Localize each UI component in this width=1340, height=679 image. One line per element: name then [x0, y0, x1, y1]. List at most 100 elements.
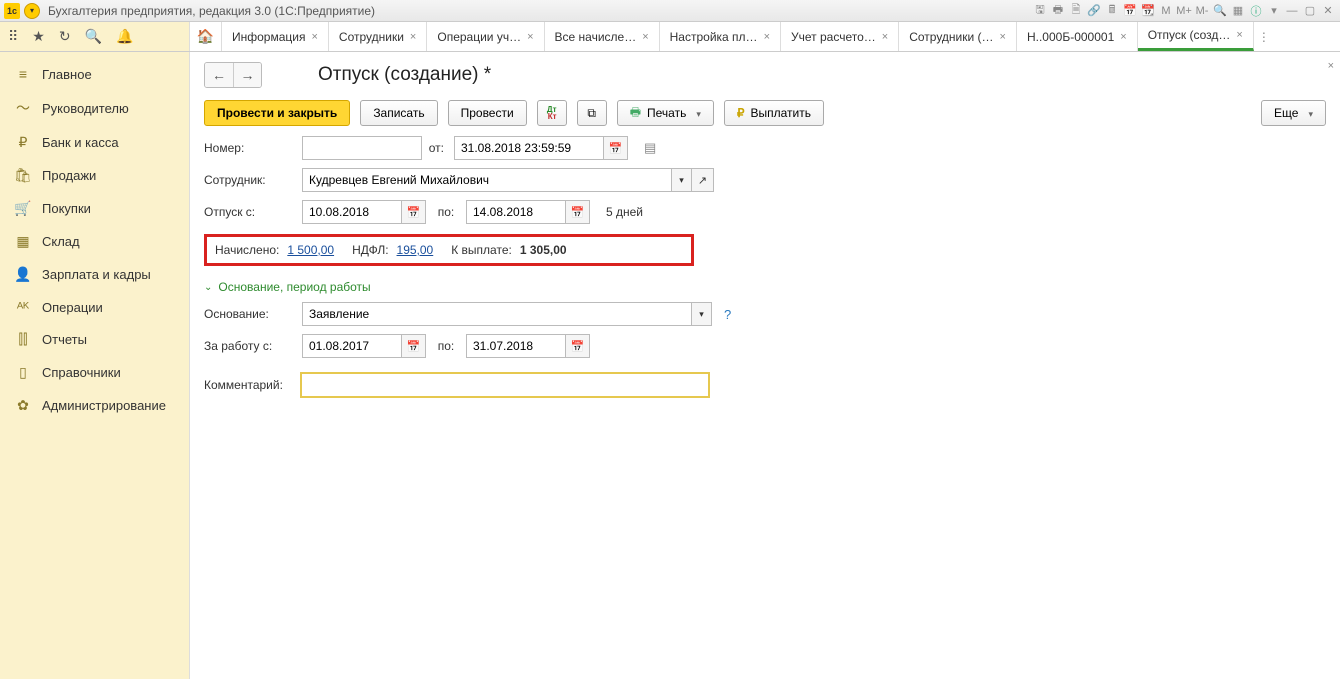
tree-icon: ⧉ — [587, 106, 596, 121]
calendar-icon[interactable]: 📅 — [566, 334, 590, 358]
star-icon[interactable]: ★ — [32, 28, 45, 45]
pay-button[interactable]: ₽Выплатить — [724, 100, 824, 126]
number-input[interactable] — [302, 136, 422, 160]
tab-employees[interactable]: Сотрудники× — [329, 22, 427, 51]
employee-input[interactable] — [302, 168, 672, 192]
link-icon[interactable]: 🔗 — [1086, 3, 1102, 19]
vacation-to-input[interactable] — [466, 200, 566, 224]
tab-employees2[interactable]: Сотрудники (…× — [899, 22, 1017, 51]
sidebar-item-admin[interactable]: ✿Администрирование — [0, 389, 189, 422]
close-icon[interactable]: × — [1000, 31, 1006, 43]
sidebar-item-reports[interactable]: ⫿⫿Отчеты — [0, 323, 189, 356]
sidebar-item-manager[interactable]: 〜Руководителю — [0, 90, 189, 126]
maximize-icon[interactable]: ▢ — [1302, 3, 1318, 19]
toolbar: Провести и закрыть Записать Провести ДтК… — [204, 100, 1326, 126]
section-basis-header[interactable]: ⌄ Основание, период работы — [204, 280, 1326, 294]
mem-mminus[interactable]: M- — [1194, 3, 1210, 19]
doc-icon[interactable]: 🗎 — [1068, 3, 1084, 19]
tab-settings[interactable]: Настройка пл…× — [660, 22, 781, 51]
close-icon[interactable]: × — [311, 31, 317, 43]
basis-input[interactable] — [302, 302, 692, 326]
sidebar-item-sales[interactable]: 🛍Продажи — [0, 159, 189, 192]
vacation-from-label: Отпуск с: — [204, 205, 296, 219]
calendar-icon[interactable]: 📅 — [402, 200, 426, 224]
structure-button[interactable]: ⧉ — [577, 100, 607, 126]
calendar-icon[interactable]: 📅 — [1122, 3, 1138, 19]
close-icon[interactable]: × — [882, 31, 888, 43]
sidebar-item-warehouse[interactable]: ▦Склад — [0, 225, 189, 258]
sidebar-item-operations[interactable]: ᴬᴷОперации — [0, 291, 189, 323]
tab-calc[interactable]: Учет расчето…× — [781, 22, 899, 51]
search-icon[interactable]: 🔍 — [85, 28, 102, 45]
cart-icon: 🛒 — [14, 200, 32, 217]
sidebar-label: Справочники — [42, 365, 121, 380]
calendar31-icon[interactable]: 📆 — [1140, 3, 1156, 19]
sidebar-item-purchases[interactable]: 🛒Покупки — [0, 192, 189, 225]
bell-icon[interactable]: 🔔 — [116, 28, 133, 45]
accrued-link[interactable]: 1 500,00 — [287, 243, 334, 257]
sidebar-label: Банк и касса — [42, 135, 119, 150]
close-icon[interactable]: × — [1236, 29, 1242, 41]
app-title: Бухгалтерия предприятия, редакция 3.0 (1… — [48, 4, 375, 18]
mem-mplus[interactable]: M+ — [1176, 3, 1192, 19]
dropdown-icon[interactable]: ▾ — [692, 302, 712, 326]
tab-operations[interactable]: Операции уч…× — [427, 22, 544, 51]
close-icon[interactable]: × — [410, 31, 416, 43]
tab-doc[interactable]: Н..000Б-000001× — [1017, 22, 1138, 51]
close-window-icon[interactable]: ✕ — [1320, 3, 1336, 19]
to-label: по: — [432, 339, 460, 353]
more-button[interactable]: Еще — [1261, 100, 1326, 126]
vacation-from-input[interactable] — [302, 200, 402, 224]
mem-m[interactable]: M — [1158, 3, 1174, 19]
tab-accruals[interactable]: Все начисле…× — [545, 22, 660, 51]
close-icon[interactable]: × — [1120, 31, 1126, 43]
calendar-icon[interactable]: 📅 — [604, 136, 628, 160]
page-title: Отпуск (создание) * — [318, 64, 491, 86]
tabs-overflow-icon[interactable]: ⋮ — [1254, 22, 1274, 51]
work-to-input[interactable] — [466, 334, 566, 358]
close-icon[interactable]: × — [642, 31, 648, 43]
print-button[interactable]: 🖶Печать — [617, 100, 714, 126]
number-label: Номер: — [204, 141, 296, 155]
save-icon[interactable]: 🖫 — [1032, 3, 1048, 19]
print-icon[interactable]: 🖶 — [1050, 3, 1066, 19]
info-dropdown-icon[interactable]: ▾ — [1266, 3, 1282, 19]
post-and-close-button[interactable]: Провести и закрыть — [204, 100, 350, 126]
sidebar-item-main[interactable]: ≡Главное — [0, 58, 189, 90]
zoom-in-icon[interactable]: 🔍 — [1212, 3, 1228, 19]
info-icon[interactable]: ⓘ — [1248, 3, 1264, 19]
apps-icon[interactable]: ⠿ — [8, 28, 18, 45]
dtkt-button[interactable]: ДтКт — [537, 100, 567, 126]
grid-icon[interactable]: ▦ — [1230, 3, 1246, 19]
save-button[interactable]: Записать — [360, 100, 437, 126]
history-icon[interactable]: ↻ — [59, 28, 71, 45]
payout-value: 1 305,00 — [520, 243, 567, 257]
minimize-icon[interactable]: — — [1284, 3, 1300, 19]
tab-vacation[interactable]: Отпуск (созд…× — [1138, 22, 1254, 51]
work-from-input[interactable] — [302, 334, 402, 358]
calc-icon[interactable]: 🖩 — [1104, 3, 1120, 19]
close-icon[interactable]: × — [764, 31, 770, 43]
nav-forward-button[interactable]: → — [233, 63, 261, 87]
date-from-input[interactable] — [454, 136, 604, 160]
calendar-icon[interactable]: 📅 — [566, 200, 590, 224]
sidebar: ≡Главное 〜Руководителю ₽Банк и касса 🛍Пр… — [0, 52, 190, 679]
list-icon[interactable]: ▤ — [644, 140, 656, 156]
close-icon[interactable]: × — [527, 31, 533, 43]
comment-input[interactable] — [300, 372, 710, 398]
sidebar-item-catalogs[interactable]: ▯Справочники — [0, 356, 189, 389]
open-ref-icon[interactable]: ↗ — [692, 168, 714, 192]
help-icon[interactable]: ? — [724, 307, 731, 322]
app-menu-dropdown[interactable]: ▾ — [24, 3, 40, 19]
ndfl-link[interactable]: 195,00 — [397, 243, 434, 257]
calendar-icon[interactable]: 📅 — [402, 334, 426, 358]
tab-info[interactable]: Информация× — [222, 22, 329, 51]
sidebar-item-salary[interactable]: 👤Зарплата и кадры — [0, 258, 189, 291]
home-tab[interactable]: 🏠 — [190, 22, 222, 51]
close-page-icon[interactable]: × — [1328, 60, 1334, 72]
tabs-bar: ⠿ ★ ↻ 🔍 🔔 🏠 Информация× Сотрудники× Опер… — [0, 22, 1340, 52]
dropdown-icon[interactable]: ▾ — [672, 168, 692, 192]
post-button[interactable]: Провести — [448, 100, 527, 126]
sidebar-item-bank[interactable]: ₽Банк и касса — [0, 126, 189, 159]
nav-back-button[interactable]: ← — [205, 63, 233, 87]
